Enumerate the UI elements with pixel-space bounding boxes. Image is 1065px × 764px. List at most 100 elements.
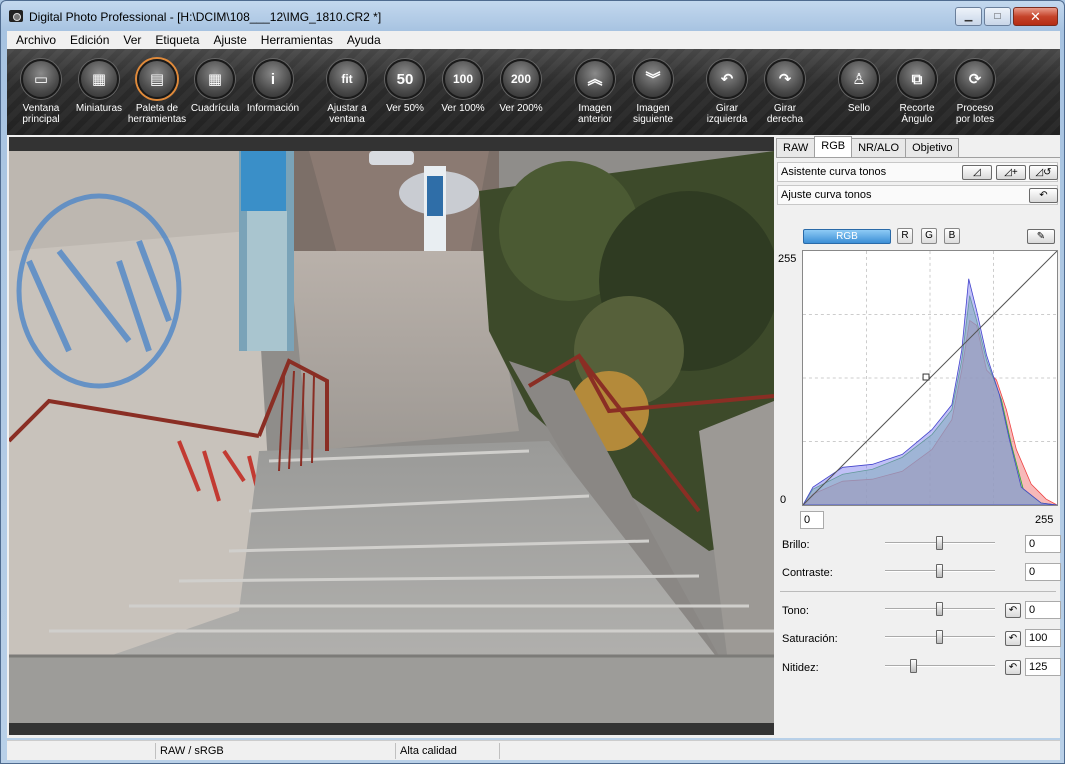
contrast-slider-thumb[interactable] [936,564,943,578]
sharpness-reset-button[interactable]: ↶ [1005,660,1021,675]
curve-auto-button[interactable]: ◿+ [996,165,1026,180]
toolbar-button-label: Ventana principal [22,103,60,125]
curve-linear-button[interactable]: ◿ [962,165,992,180]
toolbar-button-next-image[interactable]: ︾ Imagen siguiente [623,59,683,125]
channel-b-button[interactable]: B [944,228,960,244]
toolbar-button-zoom-100[interactable]: 100 Ver 100% [433,59,493,114]
menu-ver[interactable]: Ver [116,33,148,47]
toolbar-button-label: Imagen anterior [578,103,612,125]
divider [780,591,1056,592]
toolbar-button-label: Ajustar a ventana [327,103,367,125]
curve-adjust-header: Ajuste curva tonos [777,185,1058,205]
previous-image-icon: ︽ [575,59,615,99]
hue-field[interactable]: 0 [1025,601,1061,619]
saturation-field[interactable]: 100 [1025,629,1061,647]
toolbar-button-label: Girar izquierda [706,103,748,125]
toolbar-button-fit[interactable]: fit Ajustar a ventana [317,59,377,125]
menu-ayuda[interactable]: Ayuda [340,33,388,47]
toolbar-button-info[interactable]: i Información [243,59,303,114]
toolbar-button-label: Recorte Ángulo [899,103,935,125]
menu-etiqueta[interactable]: Etiqueta [148,33,206,47]
brightness-field[interactable]: 0 [1025,535,1061,553]
toolbar-button-zoom-200[interactable]: 200 Ver 200% [491,59,551,114]
image-viewer[interactable] [9,137,774,735]
saturation-slider-thumb[interactable] [936,630,943,644]
minimize-button[interactable]: ▁ [955,7,982,26]
status-quality: Alta calidad [395,743,457,759]
application-window: Digital Photo Professional - [H:\DCIM\10… [0,0,1065,764]
toolbar-button-thumbnails[interactable]: ▦ Miniaturas [69,59,129,114]
tone-curve-graph[interactable] [802,250,1058,506]
contrast-field[interactable]: 0 [1025,563,1061,581]
close-button[interactable]: ✕ [1013,7,1058,26]
toolbar-button-rotate-right[interactable]: ↷ Girar derecha [755,59,815,125]
hue-slider-thumb[interactable] [936,602,943,616]
tab-raw[interactable]: RAW [776,138,816,157]
hue-label: Tono: [782,605,809,617]
eyedropper-button[interactable]: ✎ [1027,229,1055,244]
maximize-button[interactable]: □ [984,7,1011,26]
work-area: RAW RGB NR/ALO Objetivo Asistente curva … [7,135,1061,738]
brightness-slider-thumb[interactable] [936,536,943,550]
sharpness-field[interactable]: 125 [1025,658,1061,676]
folder-icon: ▭ [21,59,61,99]
saturation-reset-button[interactable]: ↶ [1005,631,1021,646]
zoom-200-icon: 200 [501,59,541,99]
toolbar-button-folder[interactable]: ▭ Ventana principal [11,59,71,125]
toolbar-button-label: Miniaturas [75,103,123,114]
window-title: Digital Photo Professional - [H:\DCIM\10… [29,10,382,24]
toolbar-button-batch-process[interactable]: ⟳ Proceso por lotes [945,59,1005,125]
status-bar: RAW / sRGB Alta calidad [7,740,1060,760]
curve-assist-label: Asistente curva tonos [781,166,887,178]
menu-herramientas[interactable]: Herramientas [254,33,340,47]
sharpness-slider-thumb[interactable] [910,659,917,673]
toolbar-button-zoom-50[interactable]: 50 Ver 50% [375,59,435,114]
saturation-label: Saturación: [782,633,838,645]
saturation-slider[interactable] [885,630,995,644]
contrast-slider[interactable] [885,564,995,578]
zoom-50-icon: 50 [385,59,425,99]
tool-palette-icon: ▤ [137,59,177,99]
curve-axis-bottom-label: 0 [780,494,787,506]
grid-icon: ▦ [195,59,235,99]
toolbar-button-tool-palette[interactable]: ▤ Paleta de herramientas [127,59,187,125]
curve-undo-button[interactable]: ↶ [1029,188,1058,203]
rotate-left-icon: ↶ [707,59,747,99]
stamp-icon: ♙ [839,59,879,99]
tab-nr-alo[interactable]: NR/ALO [851,138,907,157]
menu-edicion[interactable]: Edición [63,33,116,47]
menu-ajuste[interactable]: Ajuste [206,33,253,47]
crop-icon: ⧉ [897,59,937,99]
toolbar-button-label: Ver 200% [499,103,543,114]
toolbar-button-rotate-left[interactable]: ↶ Girar izquierda [697,59,757,125]
menu-bar: Archivo Edición Ver Etiqueta Ajuste Herr… [7,31,1060,49]
hue-slider[interactable] [885,602,995,616]
tool-palette: RAW RGB NR/ALO Objetivo Asistente curva … [776,135,1061,738]
camera-app-icon [9,10,23,22]
title-bar[interactable]: Digital Photo Professional - [H:\DCIM\10… [1,1,1064,31]
rotate-right-icon: ↷ [765,59,805,99]
channel-r-button[interactable]: R [897,228,913,244]
tab-objetivo[interactable]: Objetivo [905,138,960,157]
toolbar-button-stamp[interactable]: ♙ Sello [829,59,889,114]
toolbar-button-grid[interactable]: ▦ Cuadrícula [185,59,245,114]
curve-control-point [922,373,930,381]
input-max-label: 255 [1035,514,1054,526]
curve-reset-button[interactable]: ◿↺ [1029,165,1058,180]
toolbar-button-crop[interactable]: ⧉ Recorte Ángulo [887,59,947,125]
sharpness-slider[interactable] [885,659,995,673]
toolbar-button-label: Paleta de herramientas [127,103,187,125]
menu-archivo[interactable]: Archivo [9,33,63,47]
hue-reset-button[interactable]: ↶ [1005,603,1021,618]
channel-g-button[interactable]: G [921,228,937,244]
tab-rgb[interactable]: RGB [814,136,853,157]
input-min-field[interactable]: 0 [800,511,824,529]
batch-process-icon: ⟳ [955,59,995,99]
curve-axis-top-label: 255 [778,253,797,265]
channel-rgb-button[interactable]: RGB [803,229,891,244]
rgb-tab-content: Asistente curva tonos ◿ ◿+ ◿↺ Ajuste cur… [776,157,1061,738]
toolbar-button-previous-image[interactable]: ︽ Imagen anterior [565,59,625,125]
brightness-slider[interactable] [885,536,995,550]
toolbar-button-label: Información [246,103,300,114]
photo-preview [9,151,774,723]
